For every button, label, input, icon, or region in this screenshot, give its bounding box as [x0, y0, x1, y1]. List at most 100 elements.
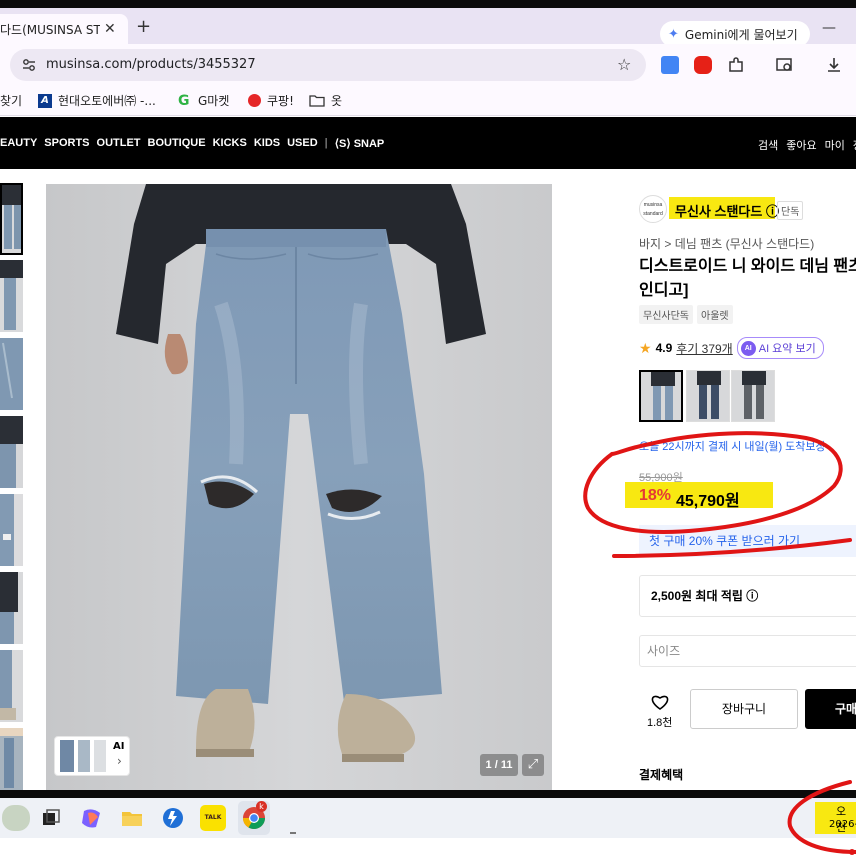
thumbnail-8[interactable] [0, 728, 23, 790]
product-photo-jeans [46, 184, 552, 790]
tag-outlet: 아울렛 [697, 305, 733, 324]
tab-strip: 다드(MUSINSA STA ✕ + ✦ Gemini에게 물어보기 — [0, 8, 856, 47]
like-button[interactable]: 1.8천 [647, 693, 672, 730]
minimize-button[interactable]: — [822, 20, 836, 36]
nav-search[interactable]: 검색 [758, 137, 778, 153]
bookmarks-bar: 찾기 A 현대오토에버㈜ -... G G마켓 쿠팡! 옷 [0, 84, 856, 116]
like-count: 1.8천 [647, 717, 673, 729]
color-swatch-indigo[interactable] [639, 370, 683, 422]
ai-thumb-images [60, 740, 106, 772]
thumbnail-6[interactable] [0, 572, 23, 644]
nav-divider: | [324, 137, 328, 149]
ai-styling-button[interactable]: AI › [54, 736, 130, 776]
bookmark-star-icon[interactable]: ☆ [617, 55, 631, 74]
tab-close-icon[interactable]: ✕ [104, 21, 116, 37]
taskbar-top-edge [0, 790, 856, 798]
ai-badge-icon: AI [740, 340, 756, 356]
tag-musinsa-exclusive: 무신사단독 [639, 305, 693, 324]
discount-rate: 18% [639, 487, 672, 504]
gmarket-icon: G [178, 92, 190, 109]
tab-title: 다드(MUSINSA STA [0, 22, 100, 37]
nav-boutique[interactable]: BOUTIQUE [148, 137, 206, 150]
gemini-label: Gemini에게 물어보기 [684, 27, 798, 42]
bookmark-folder-clothes[interactable]: 옷 [309, 92, 342, 109]
nav-beauty[interactable]: EAUTY [0, 137, 37, 150]
ai-summary-button[interactable]: AI AI 요약 보기 [736, 337, 824, 359]
payment-benefits-heading: 결제혜택 [639, 768, 684, 782]
rating-value: 4.9 [655, 341, 673, 355]
nav-my[interactable]: 마이 [825, 137, 845, 153]
translate-extension-icon[interactable] [661, 56, 679, 74]
site-settings-icon[interactable] [22, 58, 36, 72]
copilot-icon[interactable] [79, 805, 105, 831]
points-info[interactable]: 2,500원 최대 적립 ⓘ [639, 575, 856, 617]
brand-name-link[interactable]: 무신사 스탠다드 ⓘ [675, 201, 779, 220]
ai-thumb-label: AI [113, 741, 125, 752]
chrome-profile-badge: k [256, 801, 267, 812]
browser-tab-active[interactable]: 다드(MUSINSA STA ✕ [0, 14, 128, 44]
file-explorer-icon[interactable] [119, 805, 145, 831]
youtube-extension-icon[interactable] [694, 56, 712, 74]
nav-outlet[interactable]: OUTLET [97, 137, 141, 150]
review-count-link[interactable]: 후기 379개 [676, 340, 732, 357]
widgets-icon[interactable] [2, 805, 30, 831]
rating-row: ★ 4.9 후기 379개 AI AI 요약 보기 [639, 337, 824, 359]
bookmark-label: 옷 [331, 94, 343, 108]
product-main-image[interactable] [46, 184, 552, 790]
nav-kicks[interactable]: KICKS [213, 137, 247, 150]
thumbnail-7[interactable] [0, 650, 23, 722]
product-page: AI › 1 / 11 ⤢ musinsa standard 무신사 스탠다드 … [0, 169, 856, 790]
bookmark-hyundai-autoever[interactable]: A 현대오토에버㈜ -... [38, 92, 156, 109]
category-nav: EAUTY SPORTS OUTLET BOUTIQUE KICKS KIDS … [0, 137, 384, 150]
download-icon[interactable] [825, 56, 843, 74]
sale-price: 45,790원 [676, 493, 740, 510]
ai-summary-label: AI 요약 보기 [758, 343, 816, 355]
screenshot-root: 다드(MUSINSA STA ✕ + ✦ Gemini에게 물어보기 — mus… [0, 0, 856, 856]
tab-search-icon[interactable] [776, 56, 794, 74]
nav-snap[interactable]: ⟨S⟩ SNAP [335, 137, 385, 150]
expand-icon[interactable]: ⤢ [522, 754, 544, 776]
utility-nav: 검색 좋아요 마이 장 [758, 137, 856, 153]
thumbnail-1[interactable] [0, 183, 23, 255]
thumbnail-4[interactable] [0, 416, 23, 488]
size-select[interactable]: 사이즈 [639, 635, 856, 667]
product-title-line1: 디스트로이드 니 와이드 데님 팬츠 [639, 258, 856, 275]
product-title: 디스트로이드 니 와이드 데님 팬츠 인디고] [639, 255, 856, 303]
new-tab-button[interactable]: + [136, 16, 151, 37]
nav-likes[interactable]: 좋아요 [786, 137, 816, 153]
delivery-guarantee[interactable]: 오늘 22시까지 결제 시 내일(월) 도착보장 [639, 438, 826, 454]
thumbnail-5[interactable] [0, 494, 23, 566]
color-swatch-gray[interactable] [731, 370, 775, 422]
nav-used[interactable]: USED [287, 137, 318, 150]
ai-thumb-arrow: › [117, 754, 122, 768]
extensions-puzzle-icon[interactable] [727, 56, 745, 74]
clock-date[interactable]: 2026- [829, 819, 856, 830]
taskbar-indicator [290, 832, 296, 834]
color-swatch-darkblue[interactable] [686, 370, 730, 422]
task-view-icon[interactable] [38, 805, 64, 831]
star-icon: ★ [639, 339, 652, 356]
heart-icon [651, 695, 669, 710]
bookmark-label: 쿠팡! [267, 94, 294, 108]
nav-sports[interactable]: SPORTS [44, 137, 89, 150]
bookmark-find[interactable]: 찾기 [0, 92, 22, 109]
address-bar[interactable]: musinsa.com/products/3455327 ☆ [10, 49, 646, 81]
thumbnail-2[interactable] [0, 260, 23, 332]
product-tags: 무신사단독 아울렛 [639, 305, 733, 324]
kakaotalk-icon[interactable]: TALK [200, 805, 226, 831]
chrome-taskbar-button[interactable]: k [238, 801, 270, 835]
first-purchase-coupon-banner[interactable]: 첫 구매 20% 쿠폰 받으러 가기 [639, 525, 856, 557]
window-top-edge [0, 0, 856, 8]
buy-button[interactable]: 구매 [805, 689, 856, 729]
quick-assist-icon[interactable] [160, 805, 186, 831]
exclusive-badge: 단독 [777, 201, 804, 220]
add-to-cart-button[interactable]: 장바구니 [690, 689, 798, 729]
thumbnail-3[interactable] [0, 338, 23, 410]
bookmark-gmarket[interactable]: G G마켓 [178, 92, 229, 109]
bookmark-label: 현대오토에버㈜ -... [58, 94, 156, 108]
bookmark-coupang[interactable]: 쿠팡! [248, 92, 294, 109]
nav-kids[interactable]: KIDS [254, 137, 280, 150]
breadcrumb[interactable]: 바지 > 데님 팬츠 (무신사 스탠다드) [639, 235, 814, 252]
product-title-line2: 인디고] [639, 282, 689, 299]
brand-logo[interactable]: musinsa standard [639, 195, 667, 223]
